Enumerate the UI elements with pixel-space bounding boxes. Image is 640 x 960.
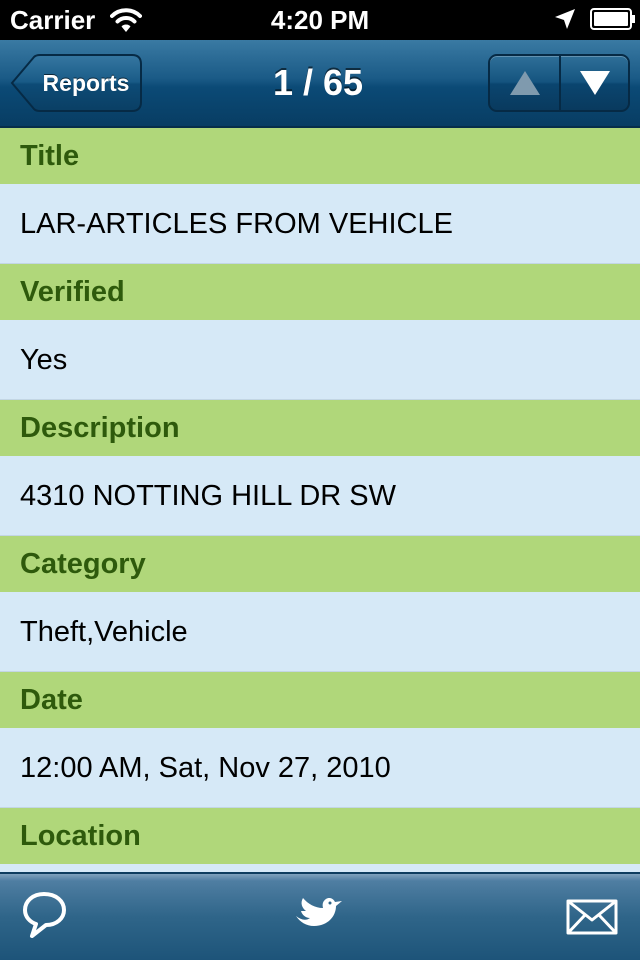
field-label-date: Date [0,672,640,728]
triangle-up-icon [510,71,540,95]
speech-bubble-icon [23,892,66,938]
field-value-verified: Yes [0,320,640,400]
status-bar: Carrier 4:20 PM [0,0,640,40]
prev-next-segmented-control [488,54,630,112]
field-value-category: Theft,Vehicle [0,592,640,672]
back-button-label: Reports [42,70,130,96]
field-label-verified: Verified [0,264,640,320]
field-value-location [0,864,640,872]
mail-envelope-icon [566,899,618,935]
field-label-description: Description [0,400,640,456]
field-value-title: LAR-ARTICLES FROM VEHICLE [0,184,640,264]
field-value-date: 12:00 AM, Sat, Nov 27, 2010 [0,728,640,808]
bottom-toolbar [0,872,640,960]
field-label-title: Title [0,128,640,184]
previous-report-button[interactable] [490,56,560,110]
report-detail-list[interactable]: Title LAR-ARTICLES FROM VEHICLE Verified… [0,128,640,872]
field-label-category: Category [0,536,640,592]
reports-back-button[interactable]: Reports [10,54,142,112]
location-arrow-icon [555,9,575,29]
tweet-button[interactable] [290,886,350,946]
twitter-bird-icon [296,898,342,926]
mail-button[interactable] [562,886,622,946]
navigation-bar: Reports 1 / 65 [0,40,640,128]
page-title: 1 / 65 [272,62,364,103]
clock-label: 4:20 PM [270,5,370,35]
field-label-location: Location [0,808,640,864]
triangle-down-icon [580,71,610,95]
field-value-description: 4310 NOTTING HILL DR SW [0,456,640,536]
comment-button[interactable] [16,886,76,946]
battery-icon [590,8,635,30]
next-report-button[interactable] [560,56,628,110]
